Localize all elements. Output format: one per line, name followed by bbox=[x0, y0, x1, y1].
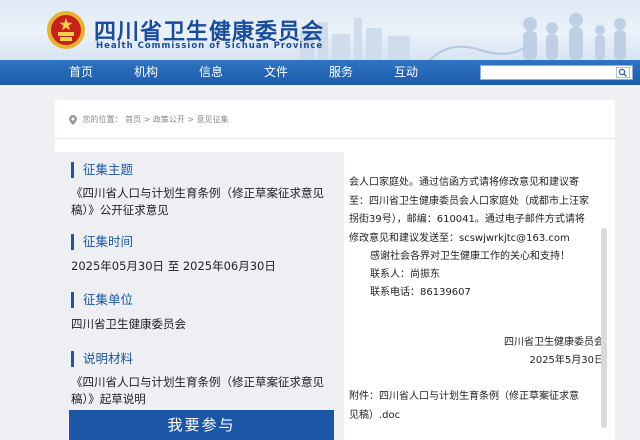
skyline-decoration bbox=[300, 13, 626, 60]
signature-date: 2025年5月30日 bbox=[529, 355, 604, 366]
national-emblem-icon bbox=[47, 11, 85, 49]
attachment-link[interactable]: 附件：四川省人口与计划生育条例（修正草案征求意见稿）.doc bbox=[349, 388, 579, 425]
breadcrumb-prefix: 您的位置： bbox=[82, 115, 123, 124]
scrollbar[interactable] bbox=[601, 228, 607, 428]
site-header: 四川省卫生健康委员会 Health Commission of Sichuan … bbox=[0, 0, 640, 60]
mail-instructions: 会人口家庭处。通过信函方式请将修改意见和建议寄至：四川省卫生健康委员会人口家庭处… bbox=[349, 177, 589, 244]
section-body-unit: 四川省卫生健康委员会 bbox=[71, 317, 186, 331]
search-input[interactable] bbox=[481, 66, 614, 79]
nav-item-services[interactable]: 服务 bbox=[329, 60, 353, 85]
section-title-topic: 征集主题 bbox=[71, 162, 133, 178]
section-body-materials[interactable]: 《四川省人口与计划生育条例（修正草案征求意见稿）》起草说明 bbox=[71, 374, 337, 408]
nav-item-organization[interactable]: 机构 bbox=[134, 60, 158, 85]
nav-item-interaction[interactable]: 互动 bbox=[394, 60, 418, 85]
nav-item-home[interactable]: 首页 bbox=[69, 60, 93, 85]
section-title-materials: 说明材料 bbox=[71, 351, 133, 367]
participate-button[interactable]: 我要参与 bbox=[69, 410, 334, 440]
search-icon[interactable] bbox=[616, 67, 630, 78]
notice-text-panel: 会人口家庭处。通过信函方式请将修改意见和建议寄至：四川省卫生健康委员会人口家庭处… bbox=[344, 152, 615, 440]
location-pin-icon bbox=[69, 114, 77, 125]
thanks-text: 感谢社会各界对卫生健康工作的关心和支持！ bbox=[370, 251, 570, 262]
main-nav: 首页 机构 信息 文件 服务 互动 bbox=[0, 60, 640, 85]
collection-info-panel: 征集主题 《四川省人口与计划生育条例（修正草案征求意见稿）》公开征求意见 征集时… bbox=[55, 152, 344, 440]
breadcrumb-path[interactable]: 首页 > 政策公开 > 意见征集 bbox=[125, 115, 229, 124]
content-panel: 您的位置： 首页 > 政策公开 > 意见征集 征集主题 《四川省人口与计划生育条… bbox=[55, 100, 615, 440]
contact-person: 联系人：尚振东 bbox=[370, 269, 440, 280]
divider bbox=[55, 138, 615, 139]
signature-org: 四川省卫生健康委员会 bbox=[504, 337, 604, 348]
section-title-time: 征集时间 bbox=[71, 234, 133, 250]
contact-phone: 联系电话：86139607 bbox=[370, 287, 471, 298]
section-body-time: 2025年05月30日 至 2025年06月30日 bbox=[71, 259, 276, 273]
site-title-english: Health Commission of Sichuan Province bbox=[96, 41, 324, 51]
nav-item-information[interactable]: 信息 bbox=[199, 60, 223, 85]
breadcrumb: 您的位置： 首页 > 政策公开 > 意见征集 bbox=[69, 114, 229, 125]
search-box bbox=[480, 65, 633, 80]
section-body-topic: 《四川省人口与计划生育条例（修正草案征求意见稿）》公开征求意见 bbox=[71, 186, 324, 217]
nav-item-documents[interactable]: 文件 bbox=[264, 60, 288, 85]
section-title-unit: 征集单位 bbox=[71, 292, 133, 308]
